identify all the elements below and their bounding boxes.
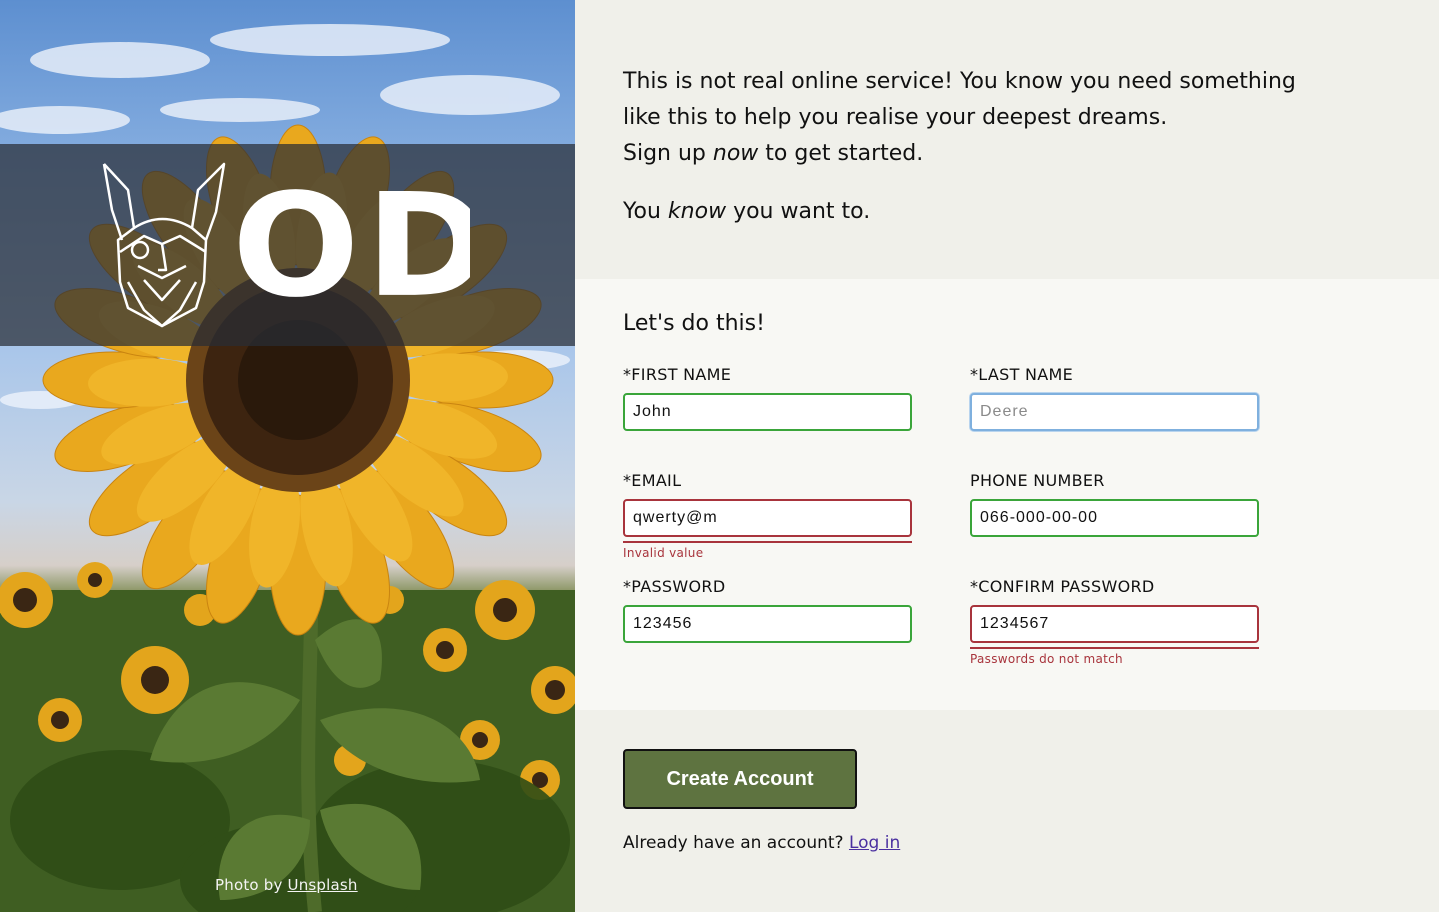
confirm-password-error-message: Passwords do not match xyxy=(970,652,1123,666)
phone-input[interactable] xyxy=(970,499,1259,537)
email-error-underline xyxy=(623,541,912,543)
intro-section: This is not real online service! You kno… xyxy=(575,0,1439,279)
login-link[interactable]: Log in xyxy=(849,833,900,853)
intro-emphasis-now: now xyxy=(712,141,759,166)
email-group: *EMAIL Invalid value xyxy=(623,471,912,560)
phone-group: PHONE NUMBER xyxy=(970,471,1259,537)
odin-logo: ODIN xyxy=(102,162,470,329)
email-error-message: Invalid value xyxy=(623,546,704,560)
confirm-password-label: *CONFIRM PASSWORD xyxy=(970,577,1155,596)
email-input[interactable] xyxy=(623,499,912,537)
last-name-label: *LAST NAME xyxy=(970,365,1074,384)
intro-line-3-end: to get started. xyxy=(765,141,924,166)
first-name-input[interactable] xyxy=(623,393,912,431)
password-group: *PASSWORD xyxy=(623,577,912,643)
login-prompt: Already have an account? Log in xyxy=(623,833,900,853)
first-name-label: *FIRST NAME xyxy=(623,365,732,384)
password-label: *PASSWORD xyxy=(623,577,726,596)
intro-line-4-start: You xyxy=(623,199,661,224)
intro-line-2: like this to help you realise your deepe… xyxy=(623,105,1168,130)
email-label: *EMAIL xyxy=(623,471,682,490)
password-input[interactable] xyxy=(623,605,912,643)
last-name-input[interactable] xyxy=(970,393,1259,431)
signup-form: Let's do this! *FIRST NAME *LAST NAME *E… xyxy=(575,279,1439,710)
form-actions: Create Account Already have an account? … xyxy=(575,710,1439,912)
sunflower-photo xyxy=(0,24,575,912)
photo-credit-prefix: Photo by xyxy=(215,876,283,894)
phone-label: PHONE NUMBER xyxy=(970,471,1105,490)
viking-helmet-icon xyxy=(102,162,226,328)
last-name-group: *LAST NAME xyxy=(970,365,1259,431)
first-name-group: *FIRST NAME xyxy=(623,365,912,431)
confirm-password-input[interactable] xyxy=(970,605,1259,643)
confirm-password-error-underline xyxy=(970,647,1259,649)
form-title: Let's do this! xyxy=(623,311,765,336)
brand-wordmark: ODIN xyxy=(232,162,470,329)
intro-line-4: You know you want to. xyxy=(623,194,1296,230)
create-account-button[interactable]: Create Account xyxy=(623,749,857,809)
unsplash-link[interactable]: Unsplash xyxy=(288,876,358,894)
intro-line-3: Sign up now to get started. xyxy=(623,136,1296,172)
confirm-password-group: *CONFIRM PASSWORD Passwords do not match xyxy=(970,577,1259,666)
intro-emphasis-know: know xyxy=(667,199,727,224)
intro-text: This is not real online service! You kno… xyxy=(623,64,1296,230)
intro-line-1: This is not real online service! You kno… xyxy=(623,69,1296,94)
intro-line-4-end: you want to. xyxy=(733,199,871,224)
intro-line-3-start: Sign up xyxy=(623,141,706,166)
photo-credit: Photo by Unsplash xyxy=(215,876,358,894)
hero-image-panel: ODIN Photo by Unsplash xyxy=(0,0,575,912)
login-prompt-text: Already have an account? xyxy=(623,833,844,853)
